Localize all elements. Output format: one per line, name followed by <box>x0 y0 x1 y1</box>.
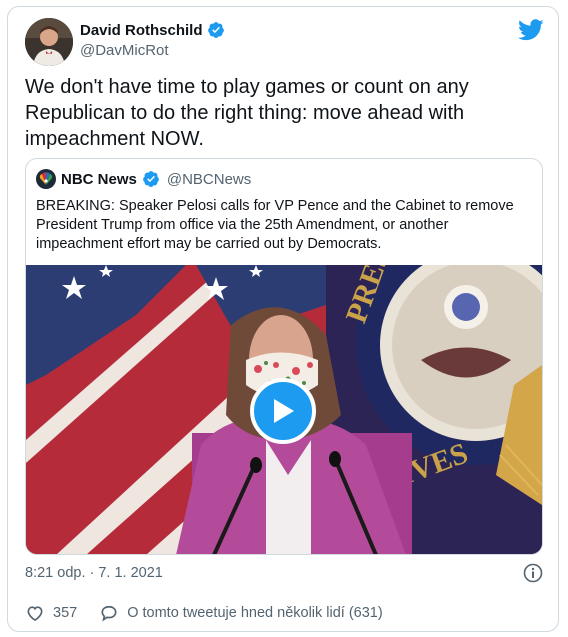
info-icon[interactable] <box>523 563 543 583</box>
author-name[interactable]: David Rothschild <box>80 21 225 39</box>
avatar[interactable] <box>25 18 73 66</box>
play-button[interactable] <box>250 378 316 444</box>
author-name-text: David Rothschild <box>80 21 203 39</box>
quoted-tweet[interactable]: NBC News @NBCNews BREAKING: Speaker Pelo… <box>25 158 543 555</box>
author-handle[interactable]: @DavMicRot <box>80 42 169 59</box>
heart-icon <box>27 606 43 622</box>
like-button[interactable]: 357 <box>25 603 77 623</box>
conversation-text: O tomto tweetuje hned několik lidí (631) <box>127 605 383 621</box>
tweet-text: We don't have time to play games or coun… <box>25 76 469 150</box>
conversation-link[interactable]: O tomto tweetuje hned několik lidí (631) <box>99 603 383 623</box>
verified-badge-icon <box>207 22 224 38</box>
quoted-author-name: NBC News <box>61 170 137 188</box>
twitter-bird-icon[interactable] <box>518 19 544 41</box>
nbc-peacock-logo <box>36 169 56 189</box>
quoted-tweet-text: BREAKING: Speaker Pelosi calls for VP Pe… <box>36 198 514 252</box>
quoted-tweet-header: NBC News @NBCNews <box>36 169 251 189</box>
play-icon <box>274 399 294 423</box>
quoted-author-handle: @NBCNews <box>166 170 252 188</box>
like-count: 357 <box>53 605 78 621</box>
tweet-actions: 357 O tomto tweetuje hned několik lidí (… <box>25 603 383 623</box>
verified-badge-icon <box>142 171 159 187</box>
tweet-card[interactable]: David Rothschild @DavMicRot We don't hav… <box>7 6 559 632</box>
speech-bubble-icon <box>101 605 117 622</box>
tweet-timestamp[interactable]: 8:21 odp. · 7. 1. 2021 <box>25 565 163 581</box>
video-thumbnail[interactable]: PRESEN IVES <box>26 265 542 554</box>
